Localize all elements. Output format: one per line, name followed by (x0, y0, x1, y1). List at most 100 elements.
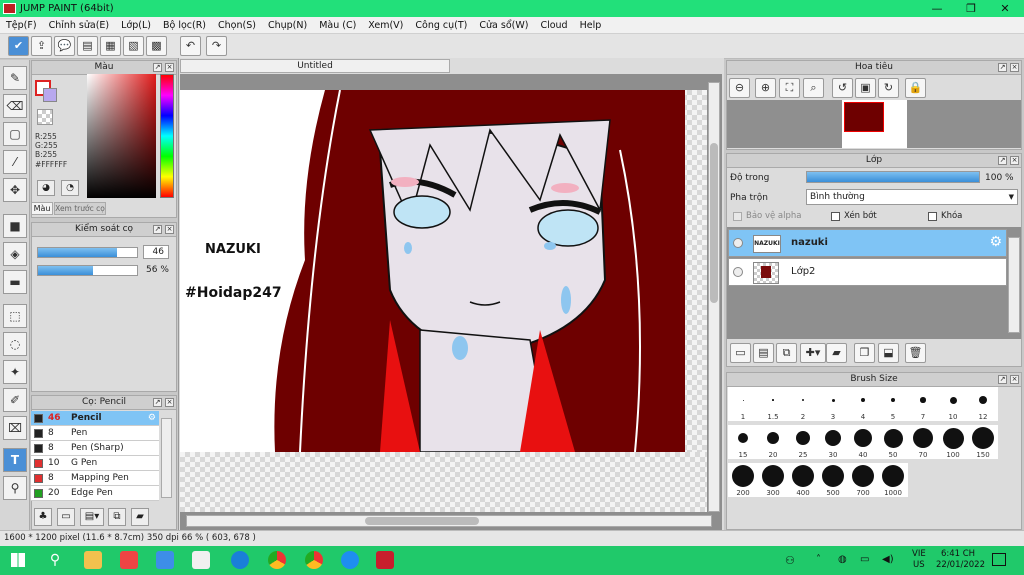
transparent-color-swatch[interactable] (37, 109, 53, 125)
text-tool-icon[interactable]: T (3, 448, 27, 472)
clock[interactable]: 6:41 CH 22/01/2022 (936, 549, 985, 571)
line-tool-icon[interactable]: ⁄ (3, 150, 27, 174)
horizontal-scrollbar[interactable] (186, 515, 712, 527)
brush-size-cell[interactable]: 15 (728, 425, 758, 459)
tab-brush-preview[interactable]: Xem trước cọ (54, 202, 106, 215)
rotate-left-icon[interactable]: ↺ (832, 78, 853, 98)
trash-icon[interactable]: 🗑 (905, 343, 926, 363)
layer-scrollbar[interactable] (1008, 237, 1020, 333)
brush-item[interactable]: 8 Pen (31, 426, 159, 441)
brush-size-cell[interactable]: 1.5 (758, 387, 788, 421)
brush-menu-icon[interactable]: ▤▾ (80, 508, 104, 526)
brush-size-cell[interactable]: 100 (938, 425, 968, 459)
close-panel-icon[interactable]: × (165, 63, 174, 72)
brush-size-cell[interactable]: 7 (908, 387, 938, 421)
file-explorer-icon[interactable] (84, 551, 102, 569)
brush-item[interactable]: 8 Mapping Pen (31, 471, 159, 486)
layer-row[interactable]: NAZUKI nazuki ⚙ (728, 229, 1007, 257)
saturation-value-picker[interactable] (87, 74, 156, 198)
brush-size-cell[interactable]: 50 (878, 425, 908, 459)
gradient-tool-icon[interactable]: ▬ (3, 270, 27, 294)
menu-window[interactable]: Cửa sổ(W) (473, 20, 534, 31)
navigator-thumbnail[interactable] (842, 100, 907, 148)
undock-icon[interactable]: ↗ (153, 225, 162, 234)
layer-row[interactable]: Lớp2 (728, 258, 1007, 286)
rotate-right-icon[interactable]: ↻ (878, 78, 899, 98)
move-tool-icon[interactable]: ✥ (3, 178, 27, 202)
gift-icon[interactable] (120, 551, 138, 569)
new-brush-icon[interactable]: ▭ (57, 508, 75, 526)
blend-mode-select[interactable]: Bình thường ▼ (806, 189, 1018, 205)
language-indicator[interactable]: VIE US (912, 549, 926, 571)
horizontal-scroll-thumb[interactable] (365, 517, 479, 525)
people-icon[interactable]: ⚇ (785, 554, 795, 567)
undock-icon[interactable]: ↗ (998, 156, 1007, 165)
menu-color[interactable]: Màu (C) (313, 20, 362, 31)
folder-icon[interactable]: ▰ (131, 508, 149, 526)
menu-tools[interactable]: Công cụ(T) (409, 20, 473, 31)
menu-layer[interactable]: Lớp(L) (115, 20, 157, 31)
chevron-up-icon[interactable]: ˄ (816, 554, 821, 565)
hue-slider[interactable] (160, 74, 174, 198)
brush-size-cell[interactable]: 3 (818, 387, 848, 421)
brush-size-cell[interactable]: 1000 (878, 463, 908, 497)
windows-start-icon[interactable] (11, 553, 25, 567)
battery-icon[interactable]: ▭ (860, 554, 869, 565)
brush-item[interactable]: 8 Pen (Sharp) (31, 441, 159, 456)
menu-help[interactable]: Help (574, 20, 608, 31)
eraser-tool-icon[interactable]: ⌫ (3, 94, 27, 118)
brush-size-cell[interactable]: 2 (788, 387, 818, 421)
network-icon[interactable]: ◍ (838, 554, 847, 565)
brush-copy-icon[interactable]: ⧉ (108, 508, 126, 526)
layer-duplicate-icon[interactable]: ❐ (854, 343, 875, 363)
close-panel-icon[interactable]: × (1010, 156, 1019, 165)
vertical-scroll-thumb[interactable] (710, 143, 718, 303)
brush-size-value[interactable]: 46 (143, 245, 169, 259)
fill-rect-tool-icon[interactable]: ■ (3, 214, 27, 238)
layer-folder-icon[interactable]: ▰ (826, 343, 847, 363)
zalo-icon[interactable] (341, 551, 359, 569)
menu-view[interactable]: Xem(V) (362, 20, 409, 31)
undock-icon[interactable]: ↗ (998, 375, 1007, 384)
brush-list-scrollbar[interactable] (161, 418, 172, 498)
zoom-out-icon[interactable]: ⊖ (729, 78, 750, 98)
brush-size-cell[interactable]: 700 (848, 463, 878, 497)
background-color-swatch[interactable] (43, 88, 57, 102)
eyedropper-tool-icon[interactable]: ⚲ (3, 476, 27, 500)
brush-size-cell[interactable]: 500 (818, 463, 848, 497)
brush-size-slider[interactable] (37, 247, 138, 258)
brush-size-cell[interactable]: 200 (728, 463, 758, 497)
brush-size-cell[interactable]: 1 (728, 387, 758, 421)
eyedropper-icon[interactable]: ◔ (61, 180, 79, 196)
volume-icon[interactable]: ◀) (882, 554, 894, 565)
palette-icon[interactable]: ◕ (37, 180, 55, 196)
brush-size-cell[interactable]: 30 (818, 425, 848, 459)
chrome-profile-icon[interactable] (305, 551, 323, 569)
magic-wand-tool-icon[interactable]: ✦ (3, 360, 27, 384)
notification-icon[interactable] (992, 553, 1006, 566)
check-icon[interactable]: ✔ (8, 36, 29, 56)
brush-add-icon[interactable]: ♣ (34, 508, 52, 526)
new-layer-icon[interactable]: ▭ (730, 343, 751, 363)
brush-item[interactable]: 10 G Pen (31, 456, 159, 471)
redo-icon[interactable]: ↷ (206, 36, 227, 56)
close-panel-icon[interactable]: × (165, 225, 174, 234)
undock-icon[interactable]: ↗ (153, 63, 162, 72)
flip-icon[interactable]: ▣ (855, 78, 876, 98)
lock-checkbox[interactable] (928, 212, 937, 221)
close-panel-icon[interactable]: × (165, 398, 174, 407)
visibility-icon[interactable] (733, 267, 743, 277)
brush-size-cell[interactable]: 25 (788, 425, 818, 459)
layer-add-menu-icon[interactable]: ✚▾ (800, 343, 826, 363)
brush-size-cell[interactable]: 150 (968, 425, 998, 459)
select-eraser-tool-icon[interactable]: ⌧ (3, 416, 27, 440)
document-canvas[interactable]: NAZUKI #Hoidap247 (180, 90, 685, 452)
brush-size-cell[interactable]: 12 (968, 387, 998, 421)
grid-icon[interactable]: ▩ (146, 36, 167, 56)
zoom-icon[interactable]: ⌕ (803, 78, 824, 98)
search-icon[interactable]: ⚲ (46, 551, 64, 569)
minimize-button[interactable]: — (920, 0, 954, 17)
zoom-in-icon[interactable]: ⊕ (755, 78, 776, 98)
chrome-icon[interactable] (268, 551, 286, 569)
edge-icon[interactable] (231, 551, 249, 569)
